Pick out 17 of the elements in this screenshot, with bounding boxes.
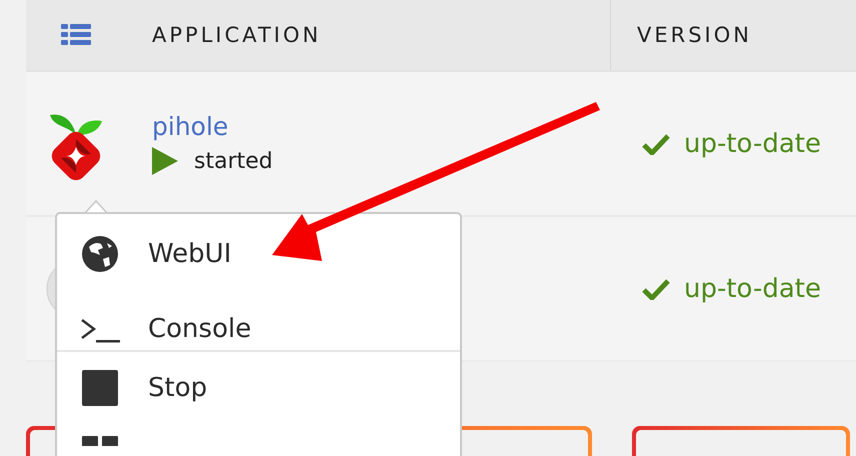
- menu-item[interactable]: Console: [57, 290, 460, 350]
- play-icon: [152, 147, 178, 175]
- column-header[interactable]: VERSION: [637, 23, 752, 47]
- stop-icon: [81, 369, 119, 407]
- version-status: up-to-date: [684, 274, 821, 304]
- menu-item[interactable]: WebUI: [57, 218, 460, 290]
- check-icon: [642, 132, 670, 154]
- check-icon: [642, 278, 670, 300]
- terminal-icon: [80, 316, 120, 344]
- app-name-link[interactable]: pihole: [152, 112, 610, 141]
- column-header[interactable]: APPLICATION: [152, 23, 322, 47]
- globe-icon: [81, 235, 119, 273]
- app-status: started: [194, 148, 273, 174]
- menu-item[interactable]: Stop: [57, 352, 460, 424]
- squares-icon: [81, 434, 119, 446]
- list-icon[interactable]: [60, 24, 90, 46]
- version-status: up-to-date: [684, 128, 821, 158]
